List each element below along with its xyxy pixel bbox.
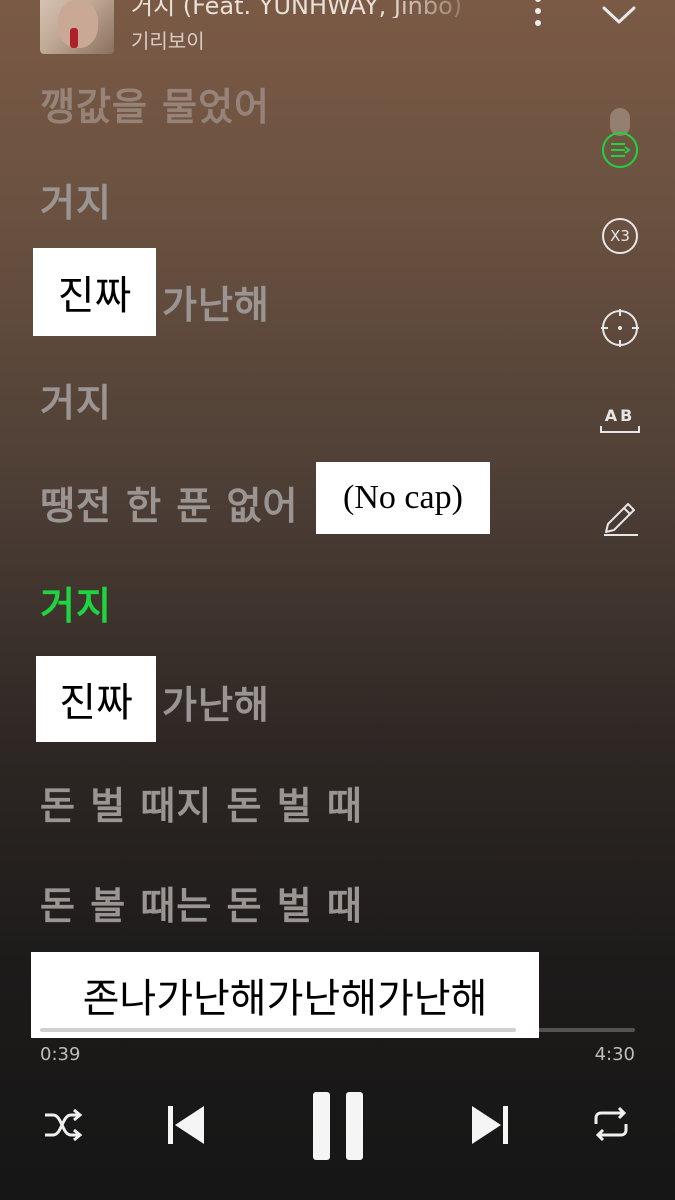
crosshair-icon xyxy=(601,309,639,347)
more-dot-icon xyxy=(535,20,541,26)
pen-icon xyxy=(604,503,638,536)
previous-button[interactable] xyxy=(166,1104,206,1150)
album-art-detail xyxy=(70,28,78,48)
playback-controls xyxy=(0,1080,675,1180)
repeat-icon xyxy=(594,1106,628,1142)
lyric-line[interactable]: 깽값을 물었어 xyxy=(40,76,270,131)
lyric-line[interactable]: 거지 xyxy=(40,172,112,227)
playlist-button[interactable] xyxy=(598,128,642,172)
lyric-line[interactable]: 돈 벌 때지 돈 벌 때 xyxy=(40,775,363,830)
pause-icon xyxy=(313,1092,363,1160)
lyric-line[interactable]: 땡전 한 푼 없어 xyxy=(40,475,298,530)
skip-previous-icon xyxy=(168,1106,204,1144)
artist-name[interactable]: 기리보이 xyxy=(131,25,205,54)
more-dot-icon xyxy=(535,8,541,14)
draw-button[interactable] xyxy=(598,494,642,538)
total-time: 4:30 xyxy=(594,1044,635,1065)
song-title[interactable]: 거지 (Feat. YUNHWAY, Jinbo) xyxy=(131,0,491,18)
sync-position-button[interactable] xyxy=(598,306,642,350)
lyric-line[interactable]: 돈 볼 때는 돈 벌 때 xyxy=(40,875,363,930)
more-options-button[interactable] xyxy=(528,0,548,34)
now-playing-header: 거지 (Feat. YUNHWAY, Jinbo) 기리보이 xyxy=(0,0,675,60)
lyric-line-current[interactable]: 거지 xyxy=(40,575,112,630)
playlist-icon xyxy=(602,132,638,168)
lyric-line[interactable]: 가난해 xyxy=(162,674,270,729)
caption-overlay: 진짜 xyxy=(33,248,156,336)
chevron-down-icon xyxy=(602,6,636,24)
ab-repeat-button[interactable]: AB xyxy=(598,398,642,442)
album-art-face xyxy=(58,0,98,48)
elapsed-time: 0:39 xyxy=(40,1044,81,1065)
speed-button[interactable]: X3 xyxy=(598,214,642,258)
repeat-button[interactable] xyxy=(592,1106,630,1146)
progress-bar[interactable] xyxy=(40,1028,635,1032)
shuffle-button[interactable] xyxy=(42,1106,84,1148)
caption-overlay: (No cap) xyxy=(316,462,490,534)
shuffle-icon xyxy=(45,1108,83,1142)
speed-label: X3 xyxy=(610,227,630,245)
next-button[interactable] xyxy=(470,1104,510,1150)
ab-repeat-icon xyxy=(600,426,640,433)
album-art[interactable] xyxy=(40,0,114,54)
caption-overlay: 진짜 xyxy=(36,656,156,742)
pause-button[interactable] xyxy=(311,1092,365,1164)
lyric-line[interactable]: 거지 xyxy=(40,372,112,427)
skip-next-icon xyxy=(472,1106,508,1144)
lyric-line[interactable]: 가난해 xyxy=(162,274,270,329)
more-dot-icon xyxy=(535,0,541,2)
progress-fill xyxy=(40,1028,516,1032)
caption-overlay: 존나가난해가난해가난해 xyxy=(31,952,539,1038)
collapse-button[interactable] xyxy=(600,2,638,26)
